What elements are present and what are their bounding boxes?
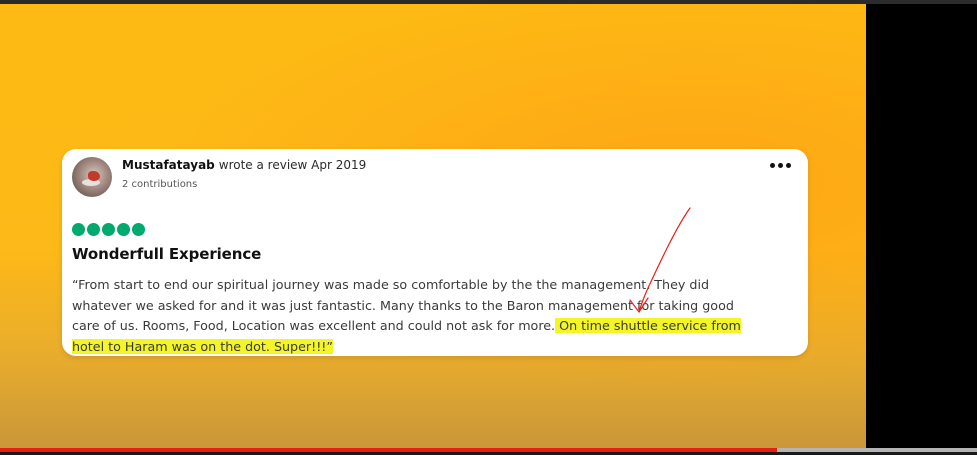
avatar[interactable] bbox=[72, 157, 112, 197]
rating-bubble bbox=[72, 223, 85, 236]
review-body: “From start to end our spiritual journey… bbox=[72, 275, 802, 357]
highlighted-text: On time shuttle service from bbox=[555, 318, 741, 333]
review-title: Wonderfull Experience bbox=[72, 245, 262, 263]
avatar-detail-red bbox=[88, 171, 100, 181]
rating-bubble bbox=[87, 223, 100, 236]
rating-bubble bbox=[102, 223, 115, 236]
rating-bubble bbox=[132, 223, 145, 236]
review-body-line-4: hotel to Haram was on the dot. Super!!!” bbox=[72, 337, 802, 358]
review-body-line-3-text: care of us. Rooms, Food, Location was ex… bbox=[72, 318, 556, 333]
more-dots-icon bbox=[770, 163, 775, 168]
author-line: Mustafatayab wrote a review Apr 2019 bbox=[122, 158, 366, 172]
highlighted-text-end: hotel to Haram was on the dot. Super!!!” bbox=[72, 338, 333, 354]
rating-bubble bbox=[117, 223, 130, 236]
side-panel bbox=[866, 4, 977, 450]
review-date-text: wrote a review Apr 2019 bbox=[218, 158, 367, 172]
review-body-line-1: “From start to end our spiritual journey… bbox=[72, 277, 710, 292]
more-options-button[interactable] bbox=[770, 157, 796, 173]
contributions-count: 2 contributions bbox=[122, 179, 198, 190]
review-body-line-3: care of us. Rooms, Food, Location was ex… bbox=[72, 316, 802, 337]
username-link[interactable]: Mustafatayab bbox=[122, 158, 215, 172]
review-card: Mustafatayab wrote a review Apr 2019 2 co… bbox=[62, 149, 808, 356]
review-body-line-2: whatever we asked for and it was just fa… bbox=[72, 297, 734, 313]
